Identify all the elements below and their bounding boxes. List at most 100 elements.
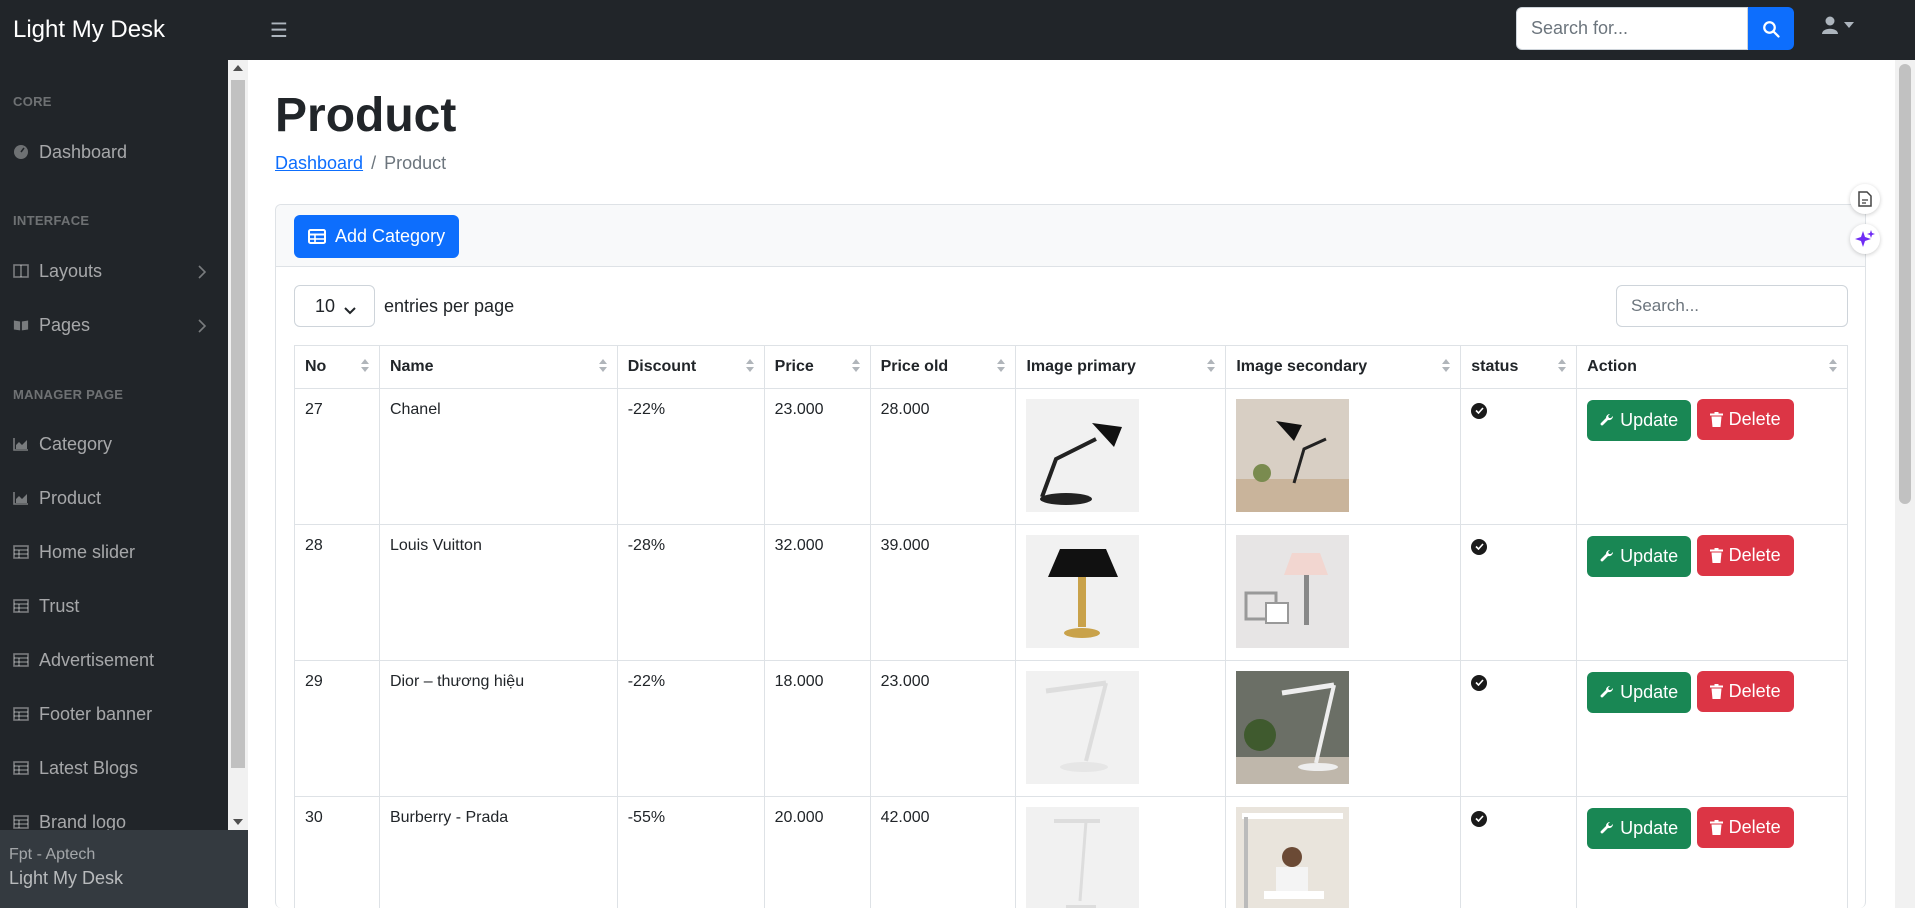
- trash-icon: [1709, 412, 1723, 427]
- chevron-right-icon: [198, 317, 207, 338]
- status-check-icon: [1471, 402, 1488, 419]
- navbar-search-input[interactable]: [1516, 7, 1748, 50]
- sidebar-item-label: Brand logo: [39, 811, 127, 831]
- table-row: 27 Chanel -22% 23.000 28.000 Update Dele…: [294, 388, 1848, 525]
- table-header-row: No Name Discount Price Price old Image p…: [294, 345, 1848, 389]
- sidebar-item-advertisement[interactable]: Advertisement: [0, 638, 228, 682]
- columns-icon: [13, 263, 29, 279]
- delete-button[interactable]: Delete: [1696, 535, 1794, 576]
- table-icon: [13, 544, 29, 560]
- floating-tools: [1850, 184, 1880, 254]
- page-scrollbar-thumb[interactable]: [1899, 64, 1911, 504]
- sidebar-item-brand-logo[interactable]: Brand logo: [0, 800, 228, 830]
- table-row: 29 Dior – thương hiệu -22% 18.000 23.000…: [294, 660, 1848, 797]
- scroll-up-icon[interactable]: [233, 65, 243, 71]
- chart-area-icon: [13, 436, 29, 452]
- cell-discount: -22%: [616, 388, 765, 525]
- product-table: No Name Discount Price Price old Image p…: [294, 345, 1848, 908]
- delete-button[interactable]: Delete: [1696, 671, 1794, 712]
- sort-icon: [1207, 359, 1216, 372]
- page-title: Product: [275, 89, 457, 142]
- cell-no: 27: [294, 388, 380, 525]
- sidebar: CORE Dashboard INTERFACE Layouts Pages M…: [0, 60, 228, 830]
- sidebar-item-category[interactable]: Category: [0, 422, 228, 466]
- product-image-secondary: [1236, 535, 1350, 648]
- sort-icon: [598, 359, 607, 372]
- column-header-action[interactable]: Action: [1576, 345, 1848, 389]
- column-header-no[interactable]: No: [294, 345, 380, 389]
- sidebar-item-label: Product: [39, 487, 102, 508]
- user-menu-dropdown[interactable]: [1822, 16, 1854, 34]
- cell-price: 18.000: [763, 660, 871, 797]
- sidebar-item-home-slider[interactable]: Home slider: [0, 530, 228, 574]
- column-header-price[interactable]: Price: [763, 345, 871, 389]
- sidebar-scrollbar[interactable]: [228, 60, 248, 830]
- product-image-primary: [1026, 535, 1140, 648]
- sidebar-item-footer-banner[interactable]: Footer banner: [0, 692, 228, 736]
- column-header-status[interactable]: status: [1460, 345, 1578, 389]
- cell-name: Burberry - Prada: [378, 796, 618, 908]
- cell-price-old: 23.000: [869, 660, 1017, 797]
- cell-no: 29: [294, 660, 380, 797]
- cell-no: 28: [294, 524, 380, 661]
- cell-discount: -22%: [616, 660, 765, 797]
- navbar-search-button[interactable]: [1748, 7, 1794, 50]
- sidebar-item-latest-blogs[interactable]: Latest Blogs: [0, 746, 228, 790]
- cell-price-old: 42.000: [869, 796, 1017, 908]
- trash-icon: [1709, 820, 1723, 835]
- sidebar-item-layouts[interactable]: Layouts: [0, 249, 228, 293]
- table-icon: [13, 760, 29, 776]
- entries-per-page-select[interactable]: 10: [294, 285, 375, 327]
- sort-icon: [851, 359, 860, 372]
- sidebar-item-label: Latest Blogs: [39, 757, 139, 778]
- brand-title[interactable]: Light My Desk: [13, 16, 253, 44]
- notes-button[interactable]: [1850, 184, 1880, 214]
- ai-assistant-button[interactable]: [1850, 224, 1880, 254]
- delete-button[interactable]: Delete: [1696, 807, 1794, 848]
- update-button[interactable]: Update: [1587, 399, 1692, 441]
- page-scrollbar[interactable]: [1895, 60, 1915, 908]
- chart-area-icon: [13, 490, 29, 506]
- cell-name: Dior – thương hiệu: [378, 660, 618, 797]
- caret-down-icon: [1844, 22, 1854, 28]
- column-header-image-secondary[interactable]: Image secondary: [1225, 345, 1462, 389]
- cell-discount: -55%: [616, 796, 765, 908]
- column-header-price-old[interactable]: Price old: [869, 345, 1017, 389]
- product-image-secondary: [1236, 807, 1350, 908]
- column-header-discount[interactable]: Discount: [616, 345, 765, 389]
- product-image-primary: [1026, 807, 1140, 908]
- cell-discount: -28%: [616, 524, 765, 661]
- sidebar-scrollbar-thumb[interactable]: [231, 80, 245, 768]
- table-search-input[interactable]: [1616, 285, 1848, 327]
- table-icon: [13, 598, 29, 614]
- sidebar-toggle-icon[interactable]: ☰: [270, 18, 288, 43]
- sidebar-item-label: Dashboard: [39, 141, 128, 162]
- update-button[interactable]: Update: [1587, 807, 1692, 849]
- column-header-image-primary[interactable]: Image primary: [1015, 345, 1227, 389]
- sidebar-item-label: Category: [39, 433, 113, 454]
- sidebar-item-product[interactable]: Product: [0, 476, 228, 520]
- scroll-down-icon[interactable]: [233, 819, 243, 825]
- update-button[interactable]: Update: [1587, 671, 1692, 713]
- sort-icon: [745, 359, 754, 372]
- book-open-icon: [13, 317, 29, 333]
- wrench-icon: [1600, 686, 1614, 698]
- table-icon: [13, 814, 29, 830]
- wrench-icon: [1600, 822, 1614, 834]
- chevron-right-icon: [198, 263, 207, 284]
- search-icon: [1763, 20, 1780, 38]
- update-button[interactable]: Update: [1587, 535, 1692, 577]
- column-header-name[interactable]: Name: [378, 345, 618, 389]
- card-header: Add Category: [276, 205, 1865, 267]
- delete-button[interactable]: Delete: [1696, 399, 1794, 440]
- sidebar-heading-interface: INTERFACE: [13, 213, 90, 228]
- entries-per-page-value: 10: [315, 295, 336, 316]
- sidebar-item-trust[interactable]: Trust: [0, 584, 228, 628]
- breadcrumb-link-dashboard[interactable]: Dashboard: [275, 153, 363, 173]
- cell-name: Louis Vuitton: [378, 524, 618, 661]
- sidebar-item-pages[interactable]: Pages: [0, 303, 228, 347]
- sidebar-item-dashboard[interactable]: Dashboard: [0, 130, 228, 174]
- add-category-button[interactable]: Add Category: [294, 215, 460, 258]
- chevron-down-icon: [344, 299, 356, 320]
- cell-price-old: 28.000: [869, 388, 1017, 525]
